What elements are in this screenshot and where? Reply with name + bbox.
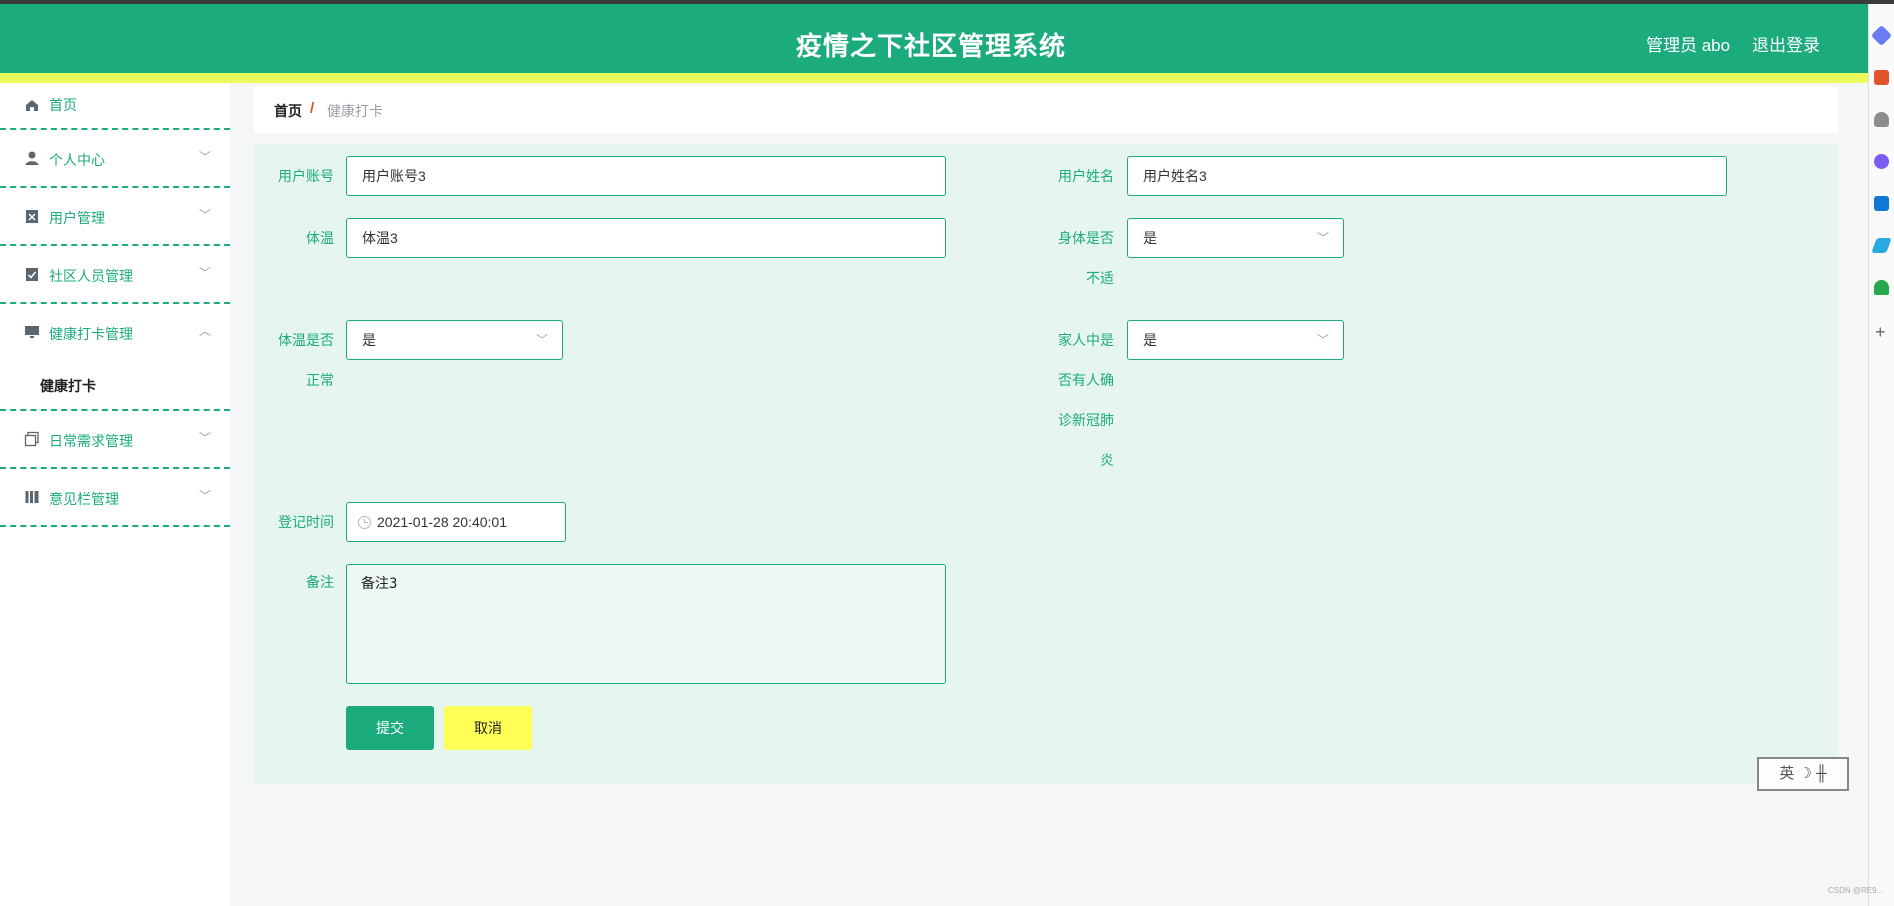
temp-normal-label-line1: 体温是否 xyxy=(278,332,334,348)
sidebar-item-daily-needs[interactable]: 日常需求管理 ﹀ xyxy=(0,411,230,469)
extension-diamond-icon[interactable] xyxy=(1870,24,1893,47)
family-covid-label-line4: 炎 xyxy=(1100,452,1114,468)
name-input[interactable]: 用户姓名3 xyxy=(1127,156,1727,196)
browser-side-toolbar: + xyxy=(1868,4,1894,906)
copy-icon xyxy=(24,431,39,447)
sidebar-item-label: 健康打卡管理 xyxy=(49,326,133,342)
sidebar-item-health-checkin-management[interactable]: 健康打卡管理 ︿ xyxy=(0,304,230,362)
chevron-down-icon: ﹀ xyxy=(199,208,212,222)
family-covid-label-line1: 家人中是 xyxy=(1058,332,1114,348)
extension-toolbox-icon[interactable] xyxy=(1874,70,1889,85)
unwell-label-line1: 身体是否 xyxy=(1058,230,1114,246)
chevron-down-icon: ﹀ xyxy=(199,266,212,280)
account-label: 用户账号 xyxy=(278,168,334,184)
note-textarea[interactable]: 备注3 xyxy=(346,564,946,684)
chevron-up-icon: ︿ xyxy=(199,324,212,338)
sidebar-item-personal-center[interactable]: 个人中心 ﹀ xyxy=(0,130,230,188)
unwell-select-value: 是 xyxy=(1143,230,1157,246)
breadcrumb-current: 健康打卡 xyxy=(327,103,383,119)
extension-outlook-icon[interactable] xyxy=(1874,196,1889,211)
breadcrumb-home[interactable]: 首页 xyxy=(274,101,302,121)
chevron-down-icon: ﹀ xyxy=(1316,231,1329,245)
sidebar-item-label: 个人中心 xyxy=(49,152,105,168)
temperature-input[interactable]: 体温3 xyxy=(346,218,946,258)
temp-normal-select[interactable]: 是 ﹀ xyxy=(346,320,563,360)
chevron-down-icon: ﹀ xyxy=(199,150,212,164)
header-accent-stripe xyxy=(0,73,1868,83)
extension-tree-icon[interactable] xyxy=(1874,280,1889,295)
chevron-down-icon: ﹀ xyxy=(199,431,212,445)
temp-normal-label-line2: 正常 xyxy=(306,372,334,388)
family-covid-label-line3: 诊新冠肺 xyxy=(1058,412,1114,428)
sidebar-item-home[interactable]: 首页 xyxy=(0,83,230,130)
register-time-picker[interactable]: 2021-01-28 20:40:01 xyxy=(346,502,566,542)
chevron-down-icon: ﹀ xyxy=(1316,333,1329,347)
temperature-label: 体温 xyxy=(306,230,334,246)
sidebar-item-label: 社区人员管理 xyxy=(49,268,133,284)
app-header: 疫情之下社区管理系统 管理员 abo 退出登录 xyxy=(0,4,1868,73)
clipboard-check-icon xyxy=(26,268,38,281)
family-covid-select[interactable]: 是 ﹀ xyxy=(1127,320,1344,360)
add-extension-icon[interactable]: + xyxy=(1875,322,1886,343)
chevron-down-icon: ﹀ xyxy=(199,489,212,503)
breadcrumb: 首页 / 健康打卡 xyxy=(254,86,1838,133)
logout-link[interactable]: 退出登录 xyxy=(1752,31,1820,56)
note-label: 备注 xyxy=(306,574,334,590)
unwell-label-line2: 不适 xyxy=(1086,270,1114,286)
temp-normal-select-value: 是 xyxy=(362,332,376,348)
register-time-value: 2021-01-28 20:40:01 xyxy=(377,514,507,530)
cancel-button[interactable]: 取消 xyxy=(444,706,532,750)
chevron-down-icon: ﹀ xyxy=(535,333,548,347)
ime-toolbar[interactable]: 英 ☽ ╫ xyxy=(1757,757,1849,791)
monitor-icon xyxy=(25,326,39,338)
watermark: CSDN @RE9... xyxy=(1828,886,1884,895)
app-title: 疫情之下社区管理系统 xyxy=(795,31,1066,61)
family-covid-label-line2: 否有人确 xyxy=(1058,372,1114,388)
sidebar-item-feedback[interactable]: 意见栏管理 ﹀ xyxy=(0,469,230,527)
sidebar-item-label: 日常需求管理 xyxy=(49,433,133,449)
submit-button[interactable]: 提交 xyxy=(346,706,434,750)
sidebar-item-label: 用户管理 xyxy=(49,210,105,226)
sidebar-subitem-health-checkin[interactable]: 健康打卡 xyxy=(40,376,96,396)
health-checkin-form: 用户账号 用户账号3 用户姓名 用户姓名3 体温 体温3 身体是否 不适 是 ﹀… xyxy=(254,144,1838,784)
extension-person-icon[interactable] xyxy=(1874,112,1889,127)
sidebar-item-community-staff[interactable]: 社区人员管理 ﹀ xyxy=(0,246,230,304)
family-covid-select-value: 是 xyxy=(1143,332,1157,348)
extension-send-icon[interactable] xyxy=(1871,238,1892,253)
clipboard-x-icon xyxy=(26,210,38,223)
sidebar-item-label: 意见栏管理 xyxy=(49,491,119,507)
home-icon xyxy=(26,100,38,111)
account-input[interactable]: 用户账号3 xyxy=(346,156,946,196)
sidebar-item-user-management[interactable]: 用户管理 ﹀ xyxy=(0,188,230,246)
register-time-label: 登记时间 xyxy=(278,514,334,530)
sidebar: 首页 个人中心 ﹀ 用户管理 ﹀ 社区人员管理 ﹀ 健康打卡管理 ︿ 健康打卡 … xyxy=(0,83,230,906)
extension-copilot-icon[interactable] xyxy=(1874,154,1889,169)
admin-label: 管理员 abo xyxy=(1646,36,1731,55)
name-label: 用户姓名 xyxy=(1058,168,1114,184)
user-icon xyxy=(25,151,39,165)
book-icon xyxy=(25,491,39,503)
sidebar-item-label: 首页 xyxy=(49,97,77,113)
clock-icon xyxy=(358,516,371,529)
breadcrumb-separator: / xyxy=(310,100,315,117)
unwell-select[interactable]: 是 ﹀ xyxy=(1127,218,1344,258)
